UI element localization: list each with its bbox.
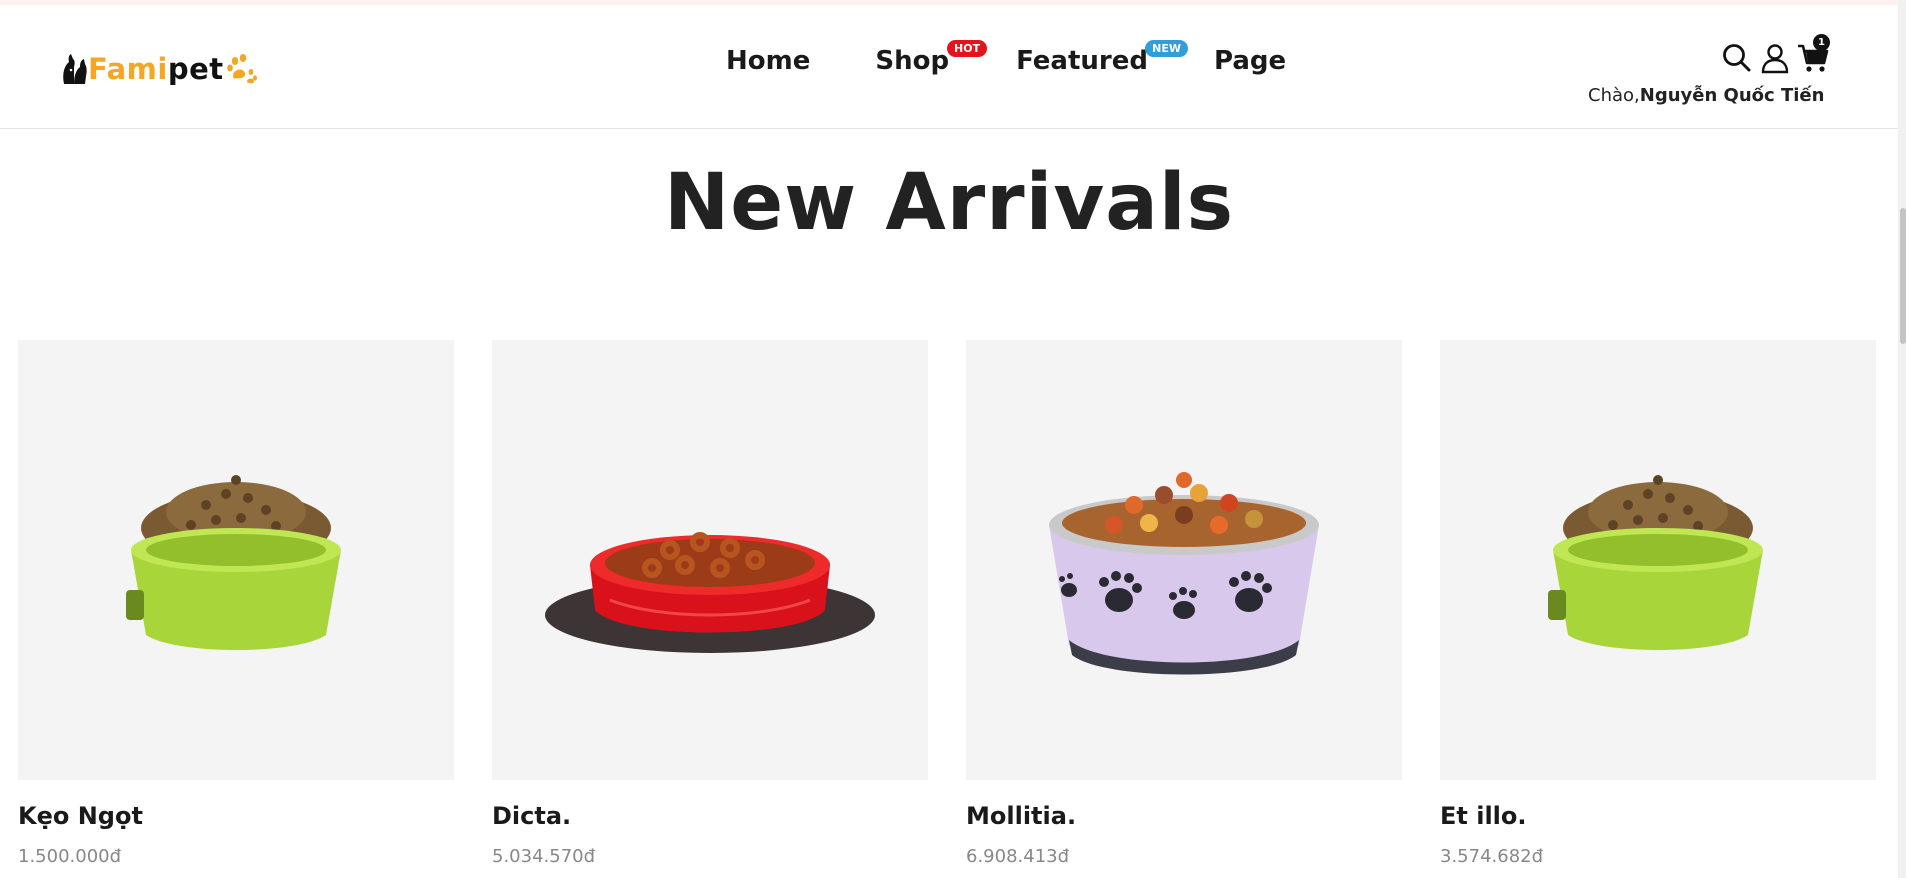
- user-greeting[interactable]: Chào,Nguyễn Quốc Tiến: [1588, 85, 1824, 106]
- product-image[interactable]: [18, 340, 454, 780]
- product-price: 6.908.413đ: [966, 846, 1070, 867]
- scrollbar-thumb[interactable]: [1900, 208, 1906, 344]
- product-card[interactable]: Et illo. 3.574.682đ: [1440, 340, 1876, 867]
- nav-shop[interactable]: Shop HOT: [875, 40, 988, 76]
- green-food-bowl-image: [126, 475, 341, 650]
- logo-text-pet: pet: [167, 52, 224, 86]
- main-nav: Home Shop HOT Featured NEW Page: [726, 40, 1286, 81]
- product-price: 5.034.570đ: [492, 846, 596, 867]
- product-name[interactable]: Dicta.: [492, 802, 928, 830]
- product-card[interactable]: Dicta. 5.034.570đ: [492, 340, 928, 867]
- section-title: New Arrivals: [663, 158, 1235, 248]
- header-icons: 1: [1720, 34, 1834, 75]
- green-food-bowl-image: [1548, 475, 1763, 650]
- logo-text: Famipet: [88, 52, 224, 86]
- product-card[interactable]: Mollitia. 6.908.413đ: [966, 340, 1402, 867]
- page-scrollbar[interactable]: [1898, 0, 1906, 878]
- user-name: Nguyễn Quốc Tiến: [1639, 85, 1825, 106]
- site-header: Famipet Home Shop HOT Featured NEW Page 1 …: [0, 5, 1898, 129]
- nav-featured[interactable]: Featured NEW: [1016, 40, 1188, 76]
- product-price: 1.500.000đ: [18, 846, 122, 867]
- nav-shop-label: Shop: [875, 46, 950, 76]
- product-card[interactable]: Kẹo Ngọt 1.500.000đ: [18, 340, 454, 867]
- product-grid: Kẹo Ngọt 1.500.000đ Dicta. 5.034.570đ Mo…: [18, 340, 1876, 867]
- red-food-bowl-image: [545, 532, 875, 653]
- nav-home[interactable]: Home: [726, 46, 810, 76]
- cart-count-badge: 1: [1813, 34, 1830, 51]
- cart-icon[interactable]: 1: [1796, 34, 1830, 75]
- product-name[interactable]: Mollitia.: [966, 802, 1402, 830]
- nav-featured-label: Featured: [1016, 46, 1148, 76]
- product-image[interactable]: [966, 340, 1402, 780]
- site-logo[interactable]: Famipet: [60, 49, 259, 89]
- product-price: 3.574.682đ: [1440, 846, 1544, 867]
- logo-text-fami: Fami: [88, 52, 168, 86]
- dog-cat-logo-icon: [63, 54, 87, 84]
- product-name[interactable]: Kẹo Ngọt: [18, 802, 454, 830]
- hot-badge: HOT: [947, 40, 988, 57]
- search-icon[interactable]: [1720, 41, 1754, 75]
- user-icon[interactable]: [1758, 41, 1792, 75]
- paw-icon: [226, 54, 257, 84]
- product-name[interactable]: Et illo.: [1440, 802, 1876, 830]
- new-badge: NEW: [1145, 40, 1188, 57]
- paw-print-food-bowl-image: [1049, 472, 1319, 675]
- product-image[interactable]: [492, 340, 928, 780]
- product-image[interactable]: [1440, 340, 1876, 780]
- greeting-prefix: Chào,: [1588, 85, 1640, 106]
- nav-page[interactable]: Page: [1214, 46, 1286, 76]
